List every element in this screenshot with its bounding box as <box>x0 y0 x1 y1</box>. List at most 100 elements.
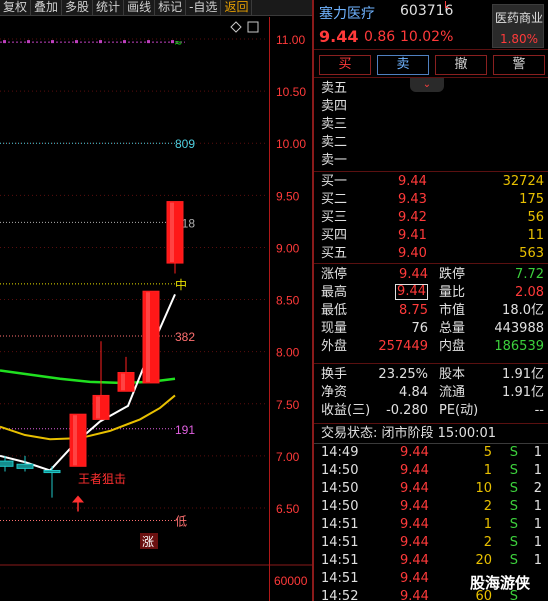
top-line-marker <box>75 40 78 44</box>
kline-chart[interactable]: 11.00 10.50 10.00 9.50 9.00 8.50 8.00 7.50 7.00 6… <box>0 17 312 601</box>
candle-body <box>16 463 34 469</box>
limit-down-label: 跌停 <box>439 267 466 282</box>
sell-orderbook: ⌄ 卖五 卖四 卖三 卖二 卖一 <box>314 78 548 172</box>
tick-row: 14:50 9.44 10 S 2 <box>314 480 548 498</box>
tick-count: 1 <box>533 535 542 550</box>
buy-orderbook: 买一 9.44 32724 买二 9.43 175 买三 9.42 56 买四 9.41 11 … <box>314 172 548 264</box>
candle-highlight <box>96 396 100 419</box>
pe-label: PE(动) <box>439 403 479 418</box>
nav-label: 净资 <box>321 385 348 400</box>
buy-level-row[interactable]: 买一 9.44 32724 <box>314 173 548 191</box>
tick-side: S <box>509 481 518 496</box>
toolbar-back[interactable]: 返回 <box>221 0 253 16</box>
tick-row: 14:51 9.44 1 S 1 <box>314 516 548 534</box>
toolbar-draw-line[interactable]: 画线 <box>124 0 156 16</box>
limit-up-badge: 涨 <box>142 534 154 549</box>
market-cap-value: 18.0亿 <box>502 303 544 318</box>
fib-line-label: 中 <box>175 277 187 292</box>
tick-price: 9.44 <box>400 535 429 550</box>
tick-count: 2 <box>533 481 542 496</box>
buy-level-row[interactable]: 买五 9.40 563 <box>314 245 548 263</box>
tick-count: 1 <box>533 517 542 532</box>
candle-body <box>142 290 160 384</box>
buy-level-label: 买三 <box>321 210 348 225</box>
sell-button[interactable]: 卖 <box>377 55 429 75</box>
buy-level-row[interactable]: 买三 9.42 56 <box>314 209 548 227</box>
sector-box[interactable]: 医药商业 1.80% <box>492 4 544 48</box>
sell-level-label: 卖三 <box>321 117 348 132</box>
tick-side: S <box>509 553 518 568</box>
tick-time: 14:51 <box>321 553 359 568</box>
candle-highlight <box>170 202 174 263</box>
buy-level-volume: 56 <box>527 210 544 225</box>
top-line-marker <box>3 40 6 44</box>
annotation-arrow-head-icon <box>72 495 84 503</box>
tick-row: 14:49 9.44 5 S 1 <box>314 444 548 462</box>
volume-ratio-value: 2.08 <box>515 285 544 300</box>
top-line-marker <box>99 40 102 44</box>
trade-buttons: 买 卖 撤 警 <box>314 50 548 78</box>
toolbar-overlay[interactable]: 叠加 <box>31 0 63 16</box>
outer-volume-value: 257449 <box>378 339 428 354</box>
candle-body <box>69 413 87 467</box>
buy-level-price: 9.44 <box>398 174 427 189</box>
tick-time: 14:50 <box>321 463 359 478</box>
price-change: 0.86 <box>364 29 396 45</box>
annotation-label: 王者狙击 <box>78 472 126 486</box>
sell-level-row: 卖三 <box>314 116 548 134</box>
toolbar-remove-watchlist[interactable]: -自选 <box>186 0 222 16</box>
diamond-icon <box>230 21 242 33</box>
buy-level-row[interactable]: 买二 9.43 175 <box>314 191 548 209</box>
fib-line-label: 低 <box>175 515 187 529</box>
inner-volume-label: 内盘 <box>439 339 466 354</box>
price-tick-label: 11.00 <box>276 33 305 47</box>
stats-row: 最高 9.44 量比 2.08 <box>314 284 548 302</box>
eps-label: 收益(三) <box>321 403 371 418</box>
tick-price: 9.44 <box>400 553 429 568</box>
tick-count: 1 <box>533 463 542 478</box>
top-line-marker-label: ≈ <box>174 38 182 49</box>
tick-volume: 20 <box>475 553 492 568</box>
price-change-pct: 10.02% <box>400 29 454 45</box>
high-label: 最高 <box>321 285 348 300</box>
tick-side: S <box>509 517 518 532</box>
volume-tick-label: 60000 <box>274 574 308 588</box>
cancel-order-button[interactable]: 撤 <box>435 55 487 75</box>
stats-row: 外盘 257449 内盘 186539 <box>314 338 548 356</box>
volume-ratio-label: 量比 <box>439 285 466 300</box>
alert-button[interactable]: 警 <box>493 55 545 75</box>
stats-row: 净资 4.84 流通 1.91亿 <box>314 384 548 402</box>
limit-down-value: 7.72 <box>515 267 544 282</box>
buy-button[interactable]: 买 <box>319 55 371 75</box>
tick-price: 9.44 <box>400 571 429 586</box>
top-line-marker <box>123 40 126 44</box>
nav-value: 4.84 <box>399 385 428 400</box>
tick-time: 14:51 <box>321 535 359 550</box>
buy-level-row[interactable]: 买四 9.41 11 <box>314 227 548 245</box>
tick-price: 9.44 <box>400 445 429 460</box>
candle-body <box>117 372 135 392</box>
price-tick-label: 7.00 <box>276 450 300 464</box>
tick-row: 14:51 9.44 20 S 1 <box>314 552 548 570</box>
toolbar-statistics[interactable]: 统计 <box>93 0 125 16</box>
company-stats: 换手 23.25% 股本 1.91亿 净资 4.84 流通 1.91亿 收益(三… <box>314 364 548 424</box>
market-cap-label: 市值 <box>439 303 466 318</box>
fib-line-label: 382 <box>175 330 195 344</box>
sell-level-label: 卖一 <box>321 153 348 168</box>
buy-level-label: 买二 <box>321 192 348 207</box>
stats-row: 收益(三) -0.280 PE(动) -- <box>314 402 548 420</box>
tick-volume: 1 <box>483 463 492 478</box>
tick-volume: 10 <box>475 481 492 496</box>
fib-line-label: 191 <box>175 423 195 437</box>
toolbar-mark[interactable]: 标记 <box>155 0 187 16</box>
buy-level-volume: 11 <box>527 228 544 243</box>
tick-time: 14:50 <box>321 481 359 496</box>
inner-volume-value: 186539 <box>494 339 544 354</box>
tick-price: 9.44 <box>400 481 429 496</box>
stock-name[interactable]: 塞力医疗 <box>319 3 375 23</box>
toolbar-multi-stock[interactable]: 多股 <box>62 0 94 16</box>
quote-panel: 塞力医疗 603716 L 9.44 0.86 10.02% 医药商业 1.80… <box>314 0 548 601</box>
toolbar-restore-rights[interactable]: 复权 <box>0 0 32 16</box>
tick-time: 14:49 <box>321 445 359 460</box>
price-tick-label: 10.50 <box>276 85 306 99</box>
